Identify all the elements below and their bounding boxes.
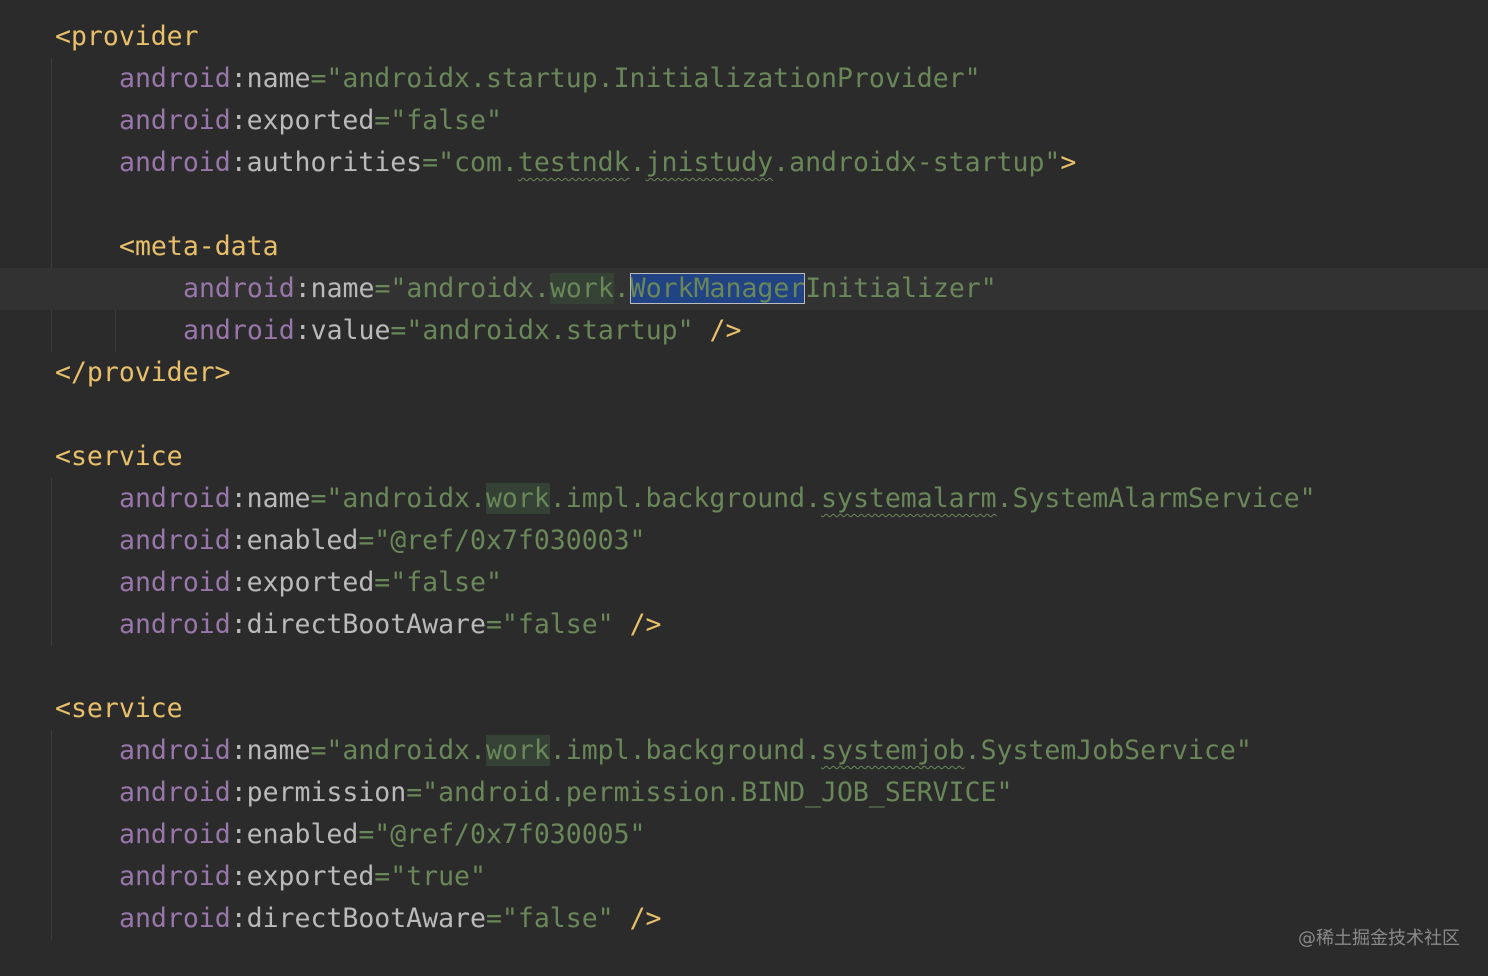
token-val: . [629, 147, 646, 178]
code-line-current[interactable]: android:name="androidx.work.WorkManagerI… [0, 268, 1488, 310]
code-line[interactable]: <meta-data [0, 226, 1488, 268]
token-attr: :exported [230, 567, 375, 598]
code-line[interactable]: android:exported="false" [0, 100, 1488, 142]
token-ns: android [119, 735, 231, 766]
code-line[interactable]: android:name="androidx.work.impl.backgro… [0, 730, 1488, 772]
token-val: .SystemJobService" [964, 735, 1252, 766]
code-line[interactable] [0, 646, 1488, 688]
token-punct: > [1060, 147, 1077, 178]
token-tag: <service [55, 693, 183, 724]
token-val: ="androidx. [310, 735, 486, 766]
token-attr: :exported [230, 105, 375, 136]
typo-warning: systemalarm [821, 483, 997, 514]
token-val: .SystemAlarmService" [996, 483, 1316, 514]
code-line[interactable]: android:name="androidx.startup.Initializ… [0, 58, 1488, 100]
token-tag: </provider> [55, 357, 231, 388]
token-val: ="@ref/0x7f030003" [358, 525, 646, 556]
token-ns: android [119, 567, 231, 598]
token-attr: :enabled [230, 819, 359, 850]
token-val: ="com. [422, 147, 518, 178]
token-val: ="androidx.startup.InitializationProvide… [310, 63, 981, 94]
code-line[interactable]: android:directBootAware="false" /> [0, 898, 1488, 940]
code-line[interactable]: </provider> [0, 352, 1488, 394]
code-line[interactable]: android:value="androidx.startup" /> [0, 310, 1488, 352]
token-tag: <service [55, 441, 183, 472]
code-line[interactable]: android:directBootAware="false" /> [0, 604, 1488, 646]
token-attr: :enabled [230, 525, 359, 556]
token-attr: :directBootAware [230, 903, 486, 934]
code-line[interactable] [0, 394, 1488, 436]
token-attr: :authorities [230, 147, 423, 178]
code-line[interactable]: android:permission="android.permission.B… [0, 772, 1488, 814]
token-val: ="androidx. [310, 483, 486, 514]
code-line[interactable]: android:exported="true" [0, 856, 1488, 898]
code-editor[interactable]: <provider android:name="androidx.startup.… [0, 0, 1488, 976]
code-line[interactable]: android:enabled="@ref/0x7f030003" [0, 520, 1488, 562]
token-val: ="false" [485, 903, 630, 934]
token-attr: :value [294, 315, 391, 346]
token-ns: android [119, 861, 231, 892]
token-ns: android [119, 609, 231, 640]
token-tag: <provider [55, 21, 199, 52]
token-val: .impl.background. [549, 483, 822, 514]
token-ns: android [183, 315, 295, 346]
token-attr: :name [294, 273, 375, 304]
search-match: work [485, 483, 550, 514]
token-val: .androidx-startup" [773, 147, 1061, 178]
token-ns: android [183, 273, 295, 304]
token-val: ="true" [374, 861, 486, 892]
search-match: work [485, 735, 550, 766]
token-ns: android [119, 105, 231, 136]
token-punct: /> [629, 903, 662, 934]
token-attr: :directBootAware [230, 609, 486, 640]
typo-warning: systemjob [821, 735, 965, 766]
token-ns: android [119, 525, 231, 556]
token-val: . [613, 273, 630, 304]
token-attr: :name [230, 483, 311, 514]
code-line[interactable]: <service [0, 436, 1488, 478]
code-line[interactable]: android:enabled="@ref/0x7f030005" [0, 814, 1488, 856]
token-ns: android [119, 777, 231, 808]
token-attr: :name [230, 63, 311, 94]
token-attr: :name [230, 735, 311, 766]
token-punct: /> [709, 315, 742, 346]
token-val: .impl.background. [549, 735, 822, 766]
typo-warning: jnistudy [645, 147, 774, 178]
token-val: ="@ref/0x7f030005" [358, 819, 646, 850]
token-ns: android [119, 903, 231, 934]
token-val: ="false" [374, 105, 502, 136]
token-val: ="androidx.startup" [390, 315, 710, 346]
selected-text: WorkManager [629, 273, 806, 304]
token-val: ="androidx. [374, 273, 550, 304]
token-ns: android [119, 819, 231, 850]
code-line[interactable] [0, 184, 1488, 226]
code-line[interactable]: android:exported="false" [0, 562, 1488, 604]
token-attr: :permission [230, 777, 407, 808]
token-val: ="android.permission.BIND_JOB_SERVICE" [406, 777, 1013, 808]
token-val: ="false" [374, 567, 502, 598]
token-ns: android [119, 63, 231, 94]
token-punct: /> [629, 609, 662, 640]
token-ns: android [119, 147, 231, 178]
token-val: Initializer" [805, 273, 997, 304]
code-line[interactable]: <provider [0, 16, 1488, 58]
token-val: ="false" [485, 609, 630, 640]
token-ns: android [119, 483, 231, 514]
watermark: @稀土掘金技术社区 [1298, 928, 1460, 949]
search-match: work [549, 273, 614, 304]
token-attr: :exported [230, 861, 375, 892]
code-line[interactable]: android:authorities="com.testndk.jnistud… [0, 142, 1488, 184]
typo-warning: testndk [517, 147, 630, 178]
code-line[interactable]: android:name="androidx.work.impl.backgro… [0, 478, 1488, 520]
token-tag: <meta-data [119, 231, 279, 262]
code-line[interactable]: <service [0, 688, 1488, 730]
